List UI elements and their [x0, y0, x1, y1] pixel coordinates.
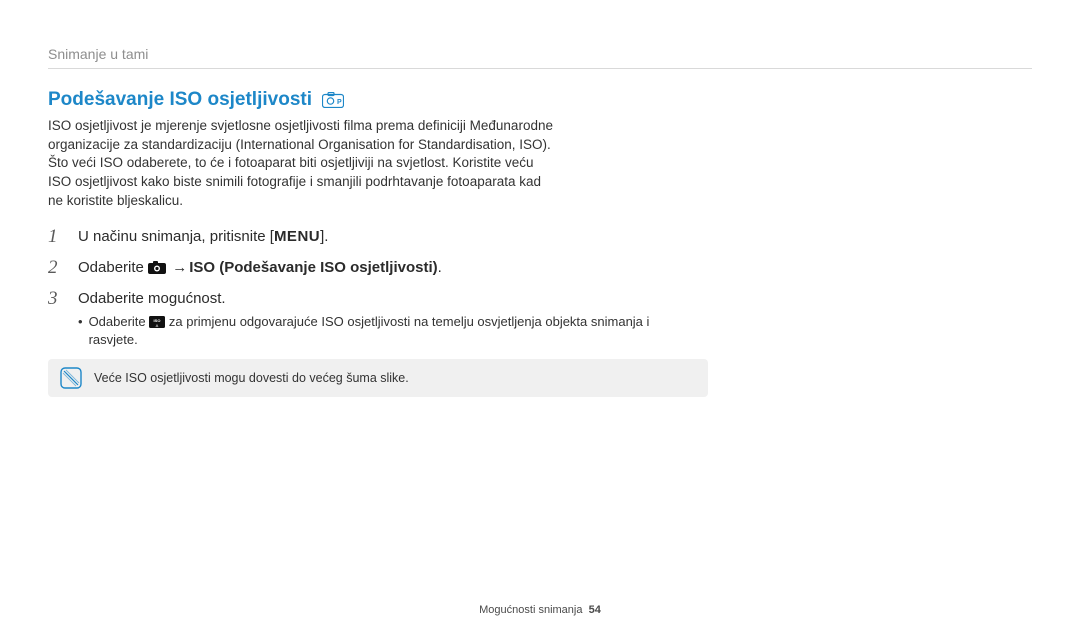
step-1-post: ]. [320, 228, 328, 245]
step-number: 2 [48, 257, 64, 280]
step-2: 2 Odaberite → ISO (Podešavanje ISO osjet… [48, 257, 688, 280]
camera-p-icon: P [322, 91, 344, 109]
svg-text:P: P [337, 99, 342, 106]
note-box: Veće ISO osjetljivosti mogu dovesti do v… [48, 359, 708, 397]
bullet-dot-icon: • [78, 313, 83, 349]
step-body: Odaberite → ISO (Podešavanje ISO osjetlj… [78, 257, 688, 278]
step-2-post: . [438, 259, 442, 276]
menu-label: MENU [274, 228, 320, 245]
sub-bullet-text: Odaberite ISO A za primjenu odgovarajuće… [89, 313, 688, 349]
arrow-right-icon: → [172, 257, 187, 278]
sub-bullet-list: • Odaberite ISO A za primjenu odgovaraju… [78, 313, 688, 349]
step-body: U načinu snimanja, pritisnite [MENU]. [78, 226, 688, 247]
note-text: Veće ISO osjetljivosti mogu dovesti do v… [94, 371, 409, 385]
page-number: 54 [589, 604, 601, 616]
step-body: Odaberite mogućnost. • Odaberite ISO A [78, 288, 688, 349]
camera-icon [148, 259, 170, 276]
info-icon [60, 367, 82, 389]
page-footer: Mogućnosti snimanja 54 [0, 604, 1080, 616]
iso-auto-icon: ISO A [149, 314, 169, 329]
divider [48, 68, 1032, 69]
step-2-bold: ISO (Podešavanje ISO osjetljivosti) [189, 259, 437, 276]
step-list: 1 U načinu snimanja, pritisnite [MENU]. … [48, 226, 688, 349]
footer-label: Mogućnosti snimanja [479, 604, 582, 616]
svg-text:A: A [156, 323, 159, 328]
step-3-text: Odaberite mogućnost. [78, 290, 226, 307]
heading: Podešavanje ISO osjetljivosti [48, 89, 312, 111]
step-number: 3 [48, 288, 64, 311]
step-1: 1 U načinu snimanja, pritisnite [MENU]. [48, 226, 688, 249]
sub-bullet-post: za primjenu odgovarajuće ISO osjetljivos… [89, 314, 650, 347]
step-number: 1 [48, 226, 64, 249]
step-3: 3 Odaberite mogućnost. • Odaberite ISO A [48, 288, 688, 349]
sub-bullet: • Odaberite ISO A za primjenu odgovaraju… [78, 313, 688, 349]
step-2-pre: Odaberite [78, 259, 148, 276]
intro-paragraph: ISO osjetljivost je mjerenje svjetlosne … [48, 117, 558, 210]
step-1-pre: U načinu snimanja, pritisnite [ [78, 228, 274, 245]
heading-row: Podešavanje ISO osjetljivosti P [48, 89, 1032, 111]
breadcrumb: Snimanje u tami [48, 46, 1032, 62]
page: Snimanje u tami Podešavanje ISO osjetlji… [0, 0, 1080, 630]
sub-bullet-pre: Odaberite [89, 314, 150, 329]
